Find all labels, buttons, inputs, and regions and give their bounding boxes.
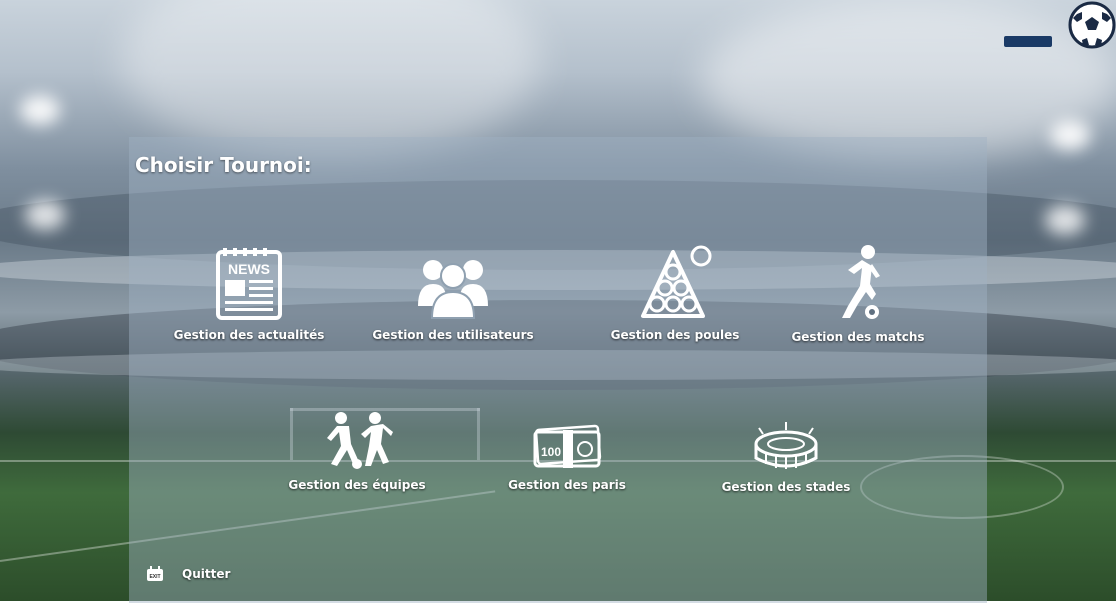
- stadium-icon: [754, 422, 818, 469]
- tile-users[interactable]: Gestion des utilisateurs: [372, 254, 534, 342]
- users-icon: [418, 260, 488, 319]
- player-kicking-icon: [842, 245, 880, 319]
- tile-pools[interactable]: Gestion des poules: [610, 244, 740, 342]
- tile-label: Gestion des paris: [508, 478, 626, 492]
- tile-label: Gestion des actualités: [173, 328, 325, 342]
- tile-matches[interactable]: Gestion des matchs: [791, 244, 925, 344]
- tile-news[interactable]: NEWS Gestion des actualités: [174, 246, 324, 342]
- money-bills-icon: 100: [533, 424, 602, 468]
- tile-bets[interactable]: 100 Gestion des paris: [508, 424, 626, 492]
- svg-text:EXIT: EXIT: [149, 574, 160, 580]
- tile-label: Gestion des utilisateurs: [372, 328, 534, 342]
- minimize-button[interactable]: [1004, 36, 1052, 47]
- tile-stadiums[interactable]: Gestion des stades: [722, 420, 850, 494]
- tile-label: Gestion des poules: [610, 328, 740, 342]
- quit-label: Quitter: [182, 567, 231, 581]
- tournament-panel: [129, 137, 987, 603]
- news-icon: NEWS: [216, 248, 282, 320]
- quit-button[interactable]: EXIT Quitter: [146, 566, 230, 582]
- team-players-icon: [327, 412, 393, 469]
- soccer-ball-icon: [1068, 0, 1116, 50]
- pool-balls-icon: [641, 245, 712, 318]
- panel-title: Choisir Tournoi:: [135, 153, 312, 177]
- tile-label: Gestion des équipes: [288, 478, 426, 492]
- exit-icon: EXIT: [147, 566, 163, 581]
- tile-label: Gestion des matchs: [791, 330, 925, 344]
- tile-label: Gestion des stades: [721, 480, 851, 494]
- svg-text:100: 100: [541, 445, 561, 459]
- svg-text:NEWS: NEWS: [228, 261, 270, 277]
- tile-teams[interactable]: Gestion des équipes: [288, 410, 426, 492]
